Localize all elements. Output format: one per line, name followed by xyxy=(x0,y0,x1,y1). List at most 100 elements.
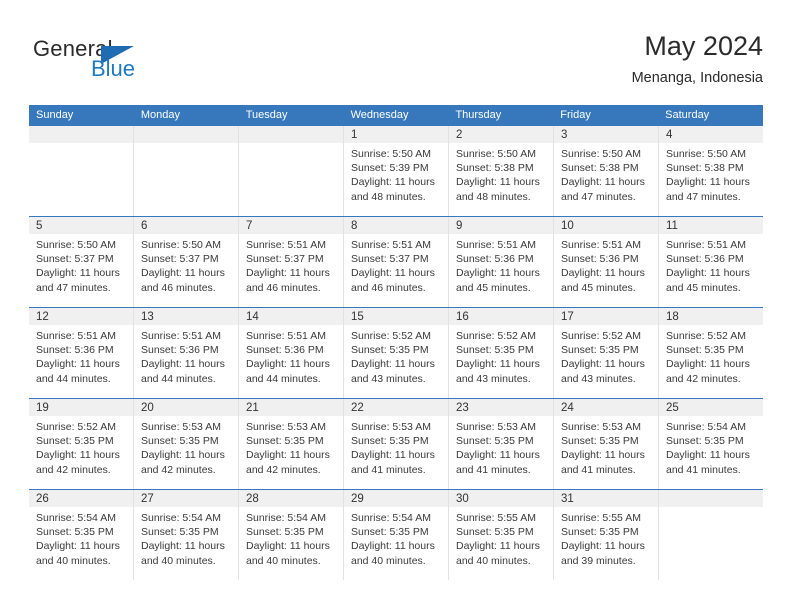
day-number: 4 xyxy=(659,126,763,143)
sunset-text: Sunset: 5:36 PM xyxy=(561,253,639,266)
weekday-header-saturday: Saturday xyxy=(665,109,710,121)
daylight-text-line2: and 41 minutes. xyxy=(561,463,636,476)
sunset-text: Sunset: 5:35 PM xyxy=(36,435,114,448)
day-info: Sunrise: 5:52 AM Sunset: 5:35 PM Dayligh… xyxy=(554,325,658,386)
daylight-text-line2: and 40 minutes. xyxy=(141,554,216,567)
daylight-text-line1: Daylight: 11 hours xyxy=(351,540,435,553)
day-cell[interactable]: 25 Sunrise: 5:54 AM Sunset: 5:35 PM Dayl… xyxy=(659,399,763,489)
daylight-text-line2: and 40 minutes. xyxy=(456,554,531,567)
sunrise-text: Sunrise: 5:54 AM xyxy=(666,421,746,433)
day-cell[interactable]: 27 Sunrise: 5:54 AM Sunset: 5:35 PM Dayl… xyxy=(134,490,239,580)
daylight-text-line2: and 43 minutes. xyxy=(351,372,426,385)
sunset-text: Sunset: 5:35 PM xyxy=(561,344,639,357)
day-number: 30 xyxy=(449,490,553,507)
sunset-text: Sunset: 5:35 PM xyxy=(246,435,324,448)
day-cell[interactable]: 13 Sunrise: 5:51 AM Sunset: 5:36 PM Dayl… xyxy=(134,308,239,398)
daylight-text-line1: Daylight: 11 hours xyxy=(456,358,540,371)
day-cell[interactable]: 19 Sunrise: 5:52 AM Sunset: 5:35 PM Dayl… xyxy=(29,399,134,489)
sunset-text: Sunset: 5:35 PM xyxy=(561,526,639,539)
day-number: 21 xyxy=(239,399,343,416)
day-cell[interactable]: 5 Sunrise: 5:50 AM Sunset: 5:37 PM Dayli… xyxy=(29,217,134,307)
daylight-text-line2: and 48 minutes. xyxy=(351,190,426,203)
day-cell[interactable]: 7 Sunrise: 5:51 AM Sunset: 5:37 PM Dayli… xyxy=(239,217,344,307)
sunrise-text: Sunrise: 5:51 AM xyxy=(666,239,746,251)
sunset-text: Sunset: 5:38 PM xyxy=(666,162,744,175)
sunrise-text: Sunrise: 5:53 AM xyxy=(351,421,431,433)
sunset-text: Sunset: 5:35 PM xyxy=(141,526,219,539)
day-cell[interactable]: 15 Sunrise: 5:52 AM Sunset: 5:35 PM Dayl… xyxy=(344,308,449,398)
day-cell[interactable]: 10 Sunrise: 5:51 AM Sunset: 5:36 PM Dayl… xyxy=(554,217,659,307)
day-info: Sunrise: 5:51 AM Sunset: 5:36 PM Dayligh… xyxy=(659,234,763,295)
day-cell[interactable]: 16 Sunrise: 5:52 AM Sunset: 5:35 PM Dayl… xyxy=(449,308,554,398)
day-number: 18 xyxy=(659,308,763,325)
weekday-header-sunday: Sunday xyxy=(36,109,74,121)
day-info: Sunrise: 5:55 AM Sunset: 5:35 PM Dayligh… xyxy=(449,507,553,568)
daylight-text-line1: Daylight: 11 hours xyxy=(141,540,225,553)
day-cell[interactable]: 4 Sunrise: 5:50 AM Sunset: 5:38 PM Dayli… xyxy=(659,126,763,216)
daylight-text-line1: Daylight: 11 hours xyxy=(456,449,540,462)
sunrise-text: Sunrise: 5:54 AM xyxy=(141,512,221,524)
sunrise-text: Sunrise: 5:53 AM xyxy=(561,421,641,433)
day-cell[interactable]: 3 Sunrise: 5:50 AM Sunset: 5:38 PM Dayli… xyxy=(554,126,659,216)
day-number: 28 xyxy=(239,490,343,507)
daylight-text-line1: Daylight: 11 hours xyxy=(141,449,225,462)
sunrise-text: Sunrise: 5:52 AM xyxy=(351,330,431,342)
sunset-text: Sunset: 5:35 PM xyxy=(351,526,429,539)
daylight-text-line2: and 42 minutes. xyxy=(666,372,741,385)
sunrise-text: Sunrise: 5:51 AM xyxy=(141,330,221,342)
day-cell[interactable] xyxy=(239,126,344,216)
day-info: Sunrise: 5:53 AM Sunset: 5:35 PM Dayligh… xyxy=(554,416,658,477)
general-blue-logo[interactable]: General Blue xyxy=(29,36,229,92)
daylight-text-line1: Daylight: 11 hours xyxy=(561,540,645,553)
daylight-text-line2: and 46 minutes. xyxy=(351,281,426,294)
day-cell[interactable]: 20 Sunrise: 5:53 AM Sunset: 5:35 PM Dayl… xyxy=(134,399,239,489)
day-number: 13 xyxy=(134,308,238,325)
sunrise-text: Sunrise: 5:50 AM xyxy=(561,148,641,160)
sunset-text: Sunset: 5:37 PM xyxy=(246,253,324,266)
day-cell[interactable]: 11 Sunrise: 5:51 AM Sunset: 5:36 PM Dayl… xyxy=(659,217,763,307)
sunrise-text: Sunrise: 5:53 AM xyxy=(456,421,536,433)
day-info: Sunrise: 5:50 AM Sunset: 5:37 PM Dayligh… xyxy=(134,234,238,295)
day-cell[interactable]: 2 Sunrise: 5:50 AM Sunset: 5:38 PM Dayli… xyxy=(449,126,554,216)
daylight-text-line2: and 48 minutes. xyxy=(456,190,531,203)
day-cell[interactable]: 12 Sunrise: 5:51 AM Sunset: 5:36 PM Dayl… xyxy=(29,308,134,398)
day-cell[interactable]: 31 Sunrise: 5:55 AM Sunset: 5:35 PM Dayl… xyxy=(554,490,659,580)
weekday-header-tuesday: Tuesday xyxy=(245,109,288,121)
day-cell[interactable]: 22 Sunrise: 5:53 AM Sunset: 5:35 PM Dayl… xyxy=(344,399,449,489)
day-number: 22 xyxy=(344,399,448,416)
daylight-text-line1: Daylight: 11 hours xyxy=(666,267,750,280)
day-cell[interactable]: 6 Sunrise: 5:50 AM Sunset: 5:37 PM Dayli… xyxy=(134,217,239,307)
day-cell[interactable]: 26 Sunrise: 5:54 AM Sunset: 5:35 PM Dayl… xyxy=(29,490,134,580)
day-cell[interactable]: 23 Sunrise: 5:53 AM Sunset: 5:35 PM Dayl… xyxy=(449,399,554,489)
daylight-text-line2: and 46 minutes. xyxy=(141,281,216,294)
day-cell[interactable]: 24 Sunrise: 5:53 AM Sunset: 5:35 PM Dayl… xyxy=(554,399,659,489)
day-cell[interactable] xyxy=(134,126,239,216)
day-info: Sunrise: 5:54 AM Sunset: 5:35 PM Dayligh… xyxy=(344,507,448,568)
day-cell[interactable] xyxy=(659,490,763,580)
day-cell[interactable]: 8 Sunrise: 5:51 AM Sunset: 5:37 PM Dayli… xyxy=(344,217,449,307)
day-info: Sunrise: 5:50 AM Sunset: 5:38 PM Dayligh… xyxy=(449,143,553,204)
day-cell[interactable]: 30 Sunrise: 5:55 AM Sunset: 5:35 PM Dayl… xyxy=(449,490,554,580)
day-number: 7 xyxy=(239,217,343,234)
daylight-text-line1: Daylight: 11 hours xyxy=(561,267,645,280)
sunrise-text: Sunrise: 5:52 AM xyxy=(666,330,746,342)
day-cell[interactable]: 9 Sunrise: 5:51 AM Sunset: 5:36 PM Dayli… xyxy=(449,217,554,307)
day-cell[interactable]: 1 Sunrise: 5:50 AM Sunset: 5:39 PM Dayli… xyxy=(344,126,449,216)
sunrise-text: Sunrise: 5:55 AM xyxy=(561,512,641,524)
daylight-text-line2: and 40 minutes. xyxy=(36,554,111,567)
sunrise-text: Sunrise: 5:51 AM xyxy=(246,330,326,342)
day-cell[interactable]: 28 Sunrise: 5:54 AM Sunset: 5:35 PM Dayl… xyxy=(239,490,344,580)
day-info: Sunrise: 5:51 AM Sunset: 5:36 PM Dayligh… xyxy=(449,234,553,295)
day-number: 25 xyxy=(659,399,763,416)
day-cell[interactable]: 29 Sunrise: 5:54 AM Sunset: 5:35 PM Dayl… xyxy=(344,490,449,580)
day-cell[interactable]: 21 Sunrise: 5:53 AM Sunset: 5:35 PM Dayl… xyxy=(239,399,344,489)
day-cell[interactable] xyxy=(29,126,134,216)
day-cell[interactable]: 18 Sunrise: 5:52 AM Sunset: 5:35 PM Dayl… xyxy=(659,308,763,398)
day-number: 6 xyxy=(134,217,238,234)
daylight-text-line1: Daylight: 11 hours xyxy=(561,358,645,371)
day-cell[interactable]: 17 Sunrise: 5:52 AM Sunset: 5:35 PM Dayl… xyxy=(554,308,659,398)
day-cell[interactable]: 14 Sunrise: 5:51 AM Sunset: 5:36 PM Dayl… xyxy=(239,308,344,398)
daylight-text-line2: and 44 minutes. xyxy=(36,372,111,385)
daylight-text-line2: and 41 minutes. xyxy=(666,463,741,476)
day-info: Sunrise: 5:54 AM Sunset: 5:35 PM Dayligh… xyxy=(29,507,133,568)
